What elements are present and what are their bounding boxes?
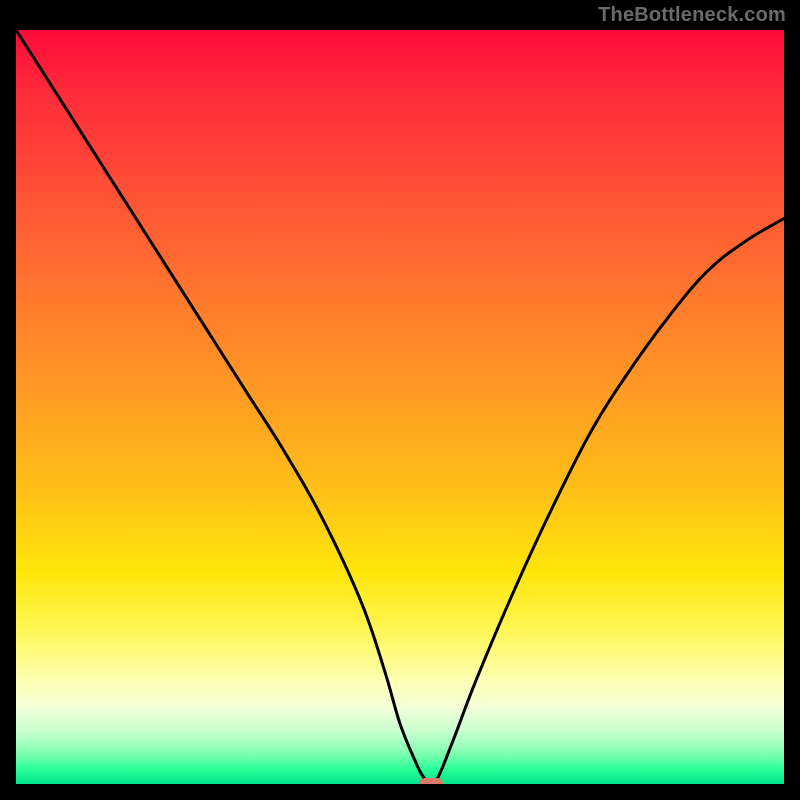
optimal-point-marker [419,778,443,784]
chart-frame: TheBottleneck.com [0,0,800,800]
watermark-text: TheBottleneck.com [598,4,786,27]
plot-area [16,30,784,784]
bottleneck-curve [16,30,784,784]
